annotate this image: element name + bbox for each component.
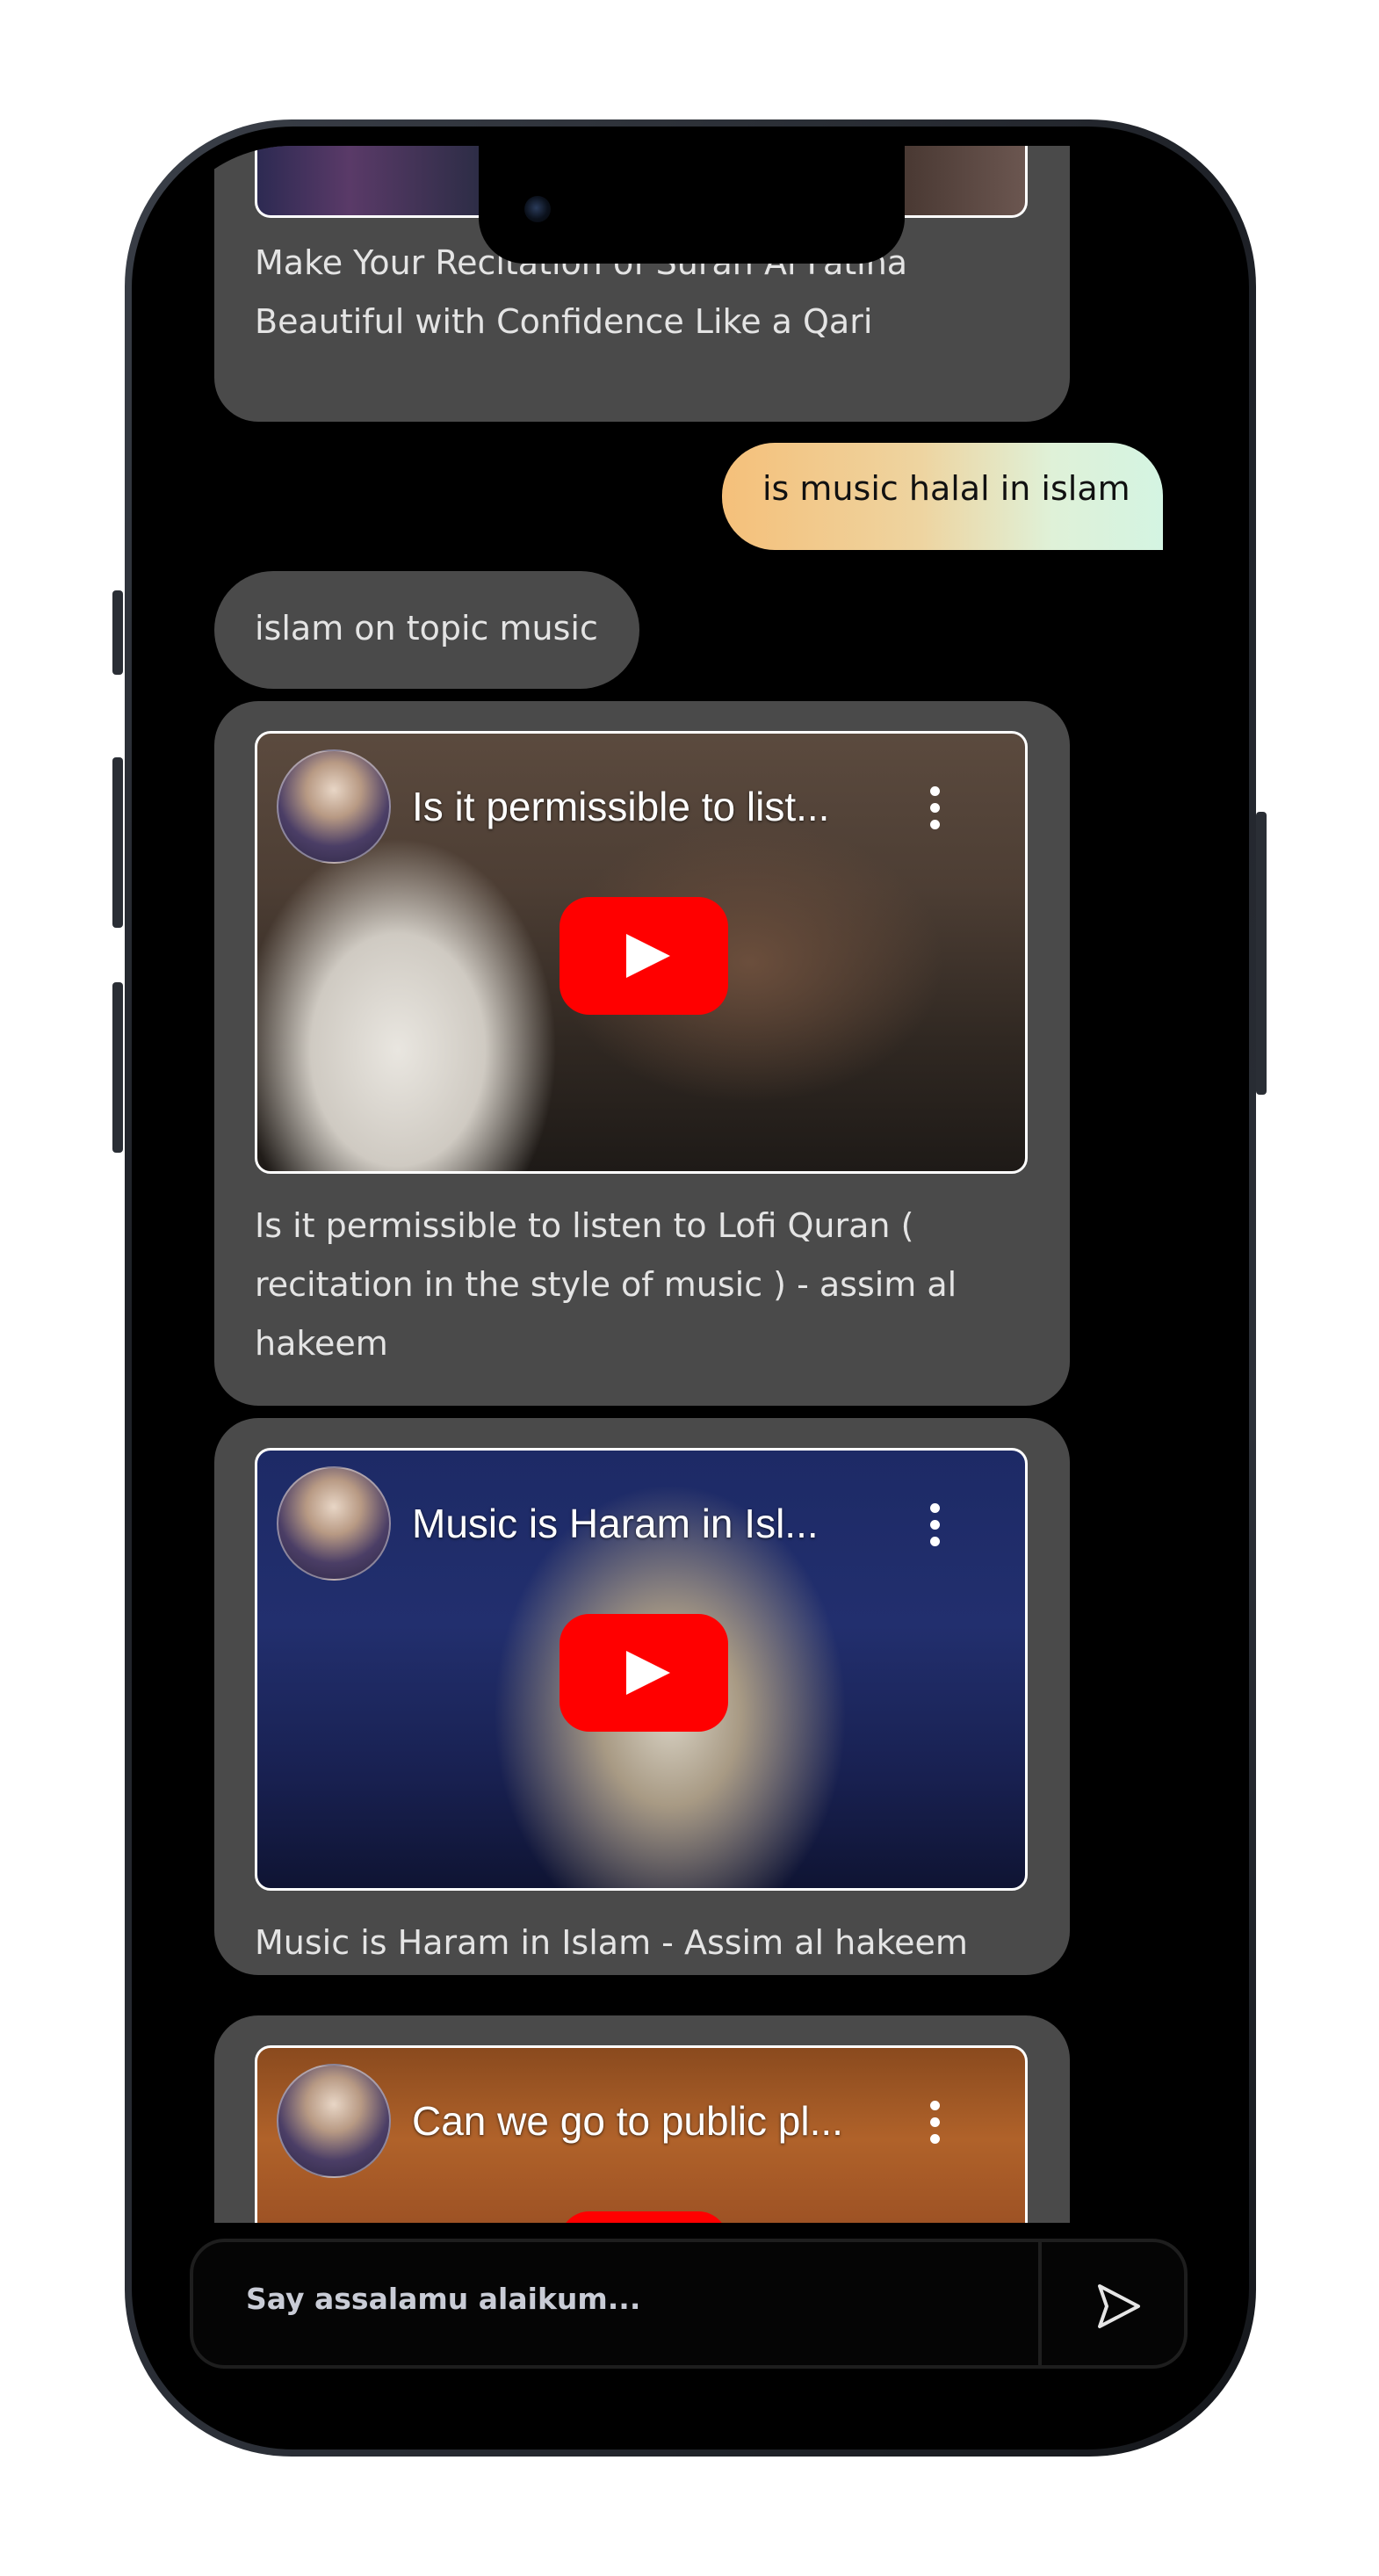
message-composer	[190, 2239, 1188, 2369]
youtube-play-icon[interactable]	[560, 1614, 728, 1732]
phone-volume-up-button	[112, 757, 123, 928]
video-caption: Music is Haram in Islam - Assim al hakee…	[255, 1923, 968, 1962]
youtube-play-icon[interactable]	[560, 897, 728, 1015]
phone-power-button	[1256, 812, 1267, 1095]
front-camera	[524, 196, 551, 222]
channel-avatar	[277, 749, 391, 864]
composer-divider	[1038, 2242, 1042, 2365]
video-title: Can we go to public pl...	[412, 2098, 843, 2144]
channel-avatar	[277, 2064, 391, 2178]
user-message-text: is music halal in islam	[762, 469, 1130, 508]
youtube-thumbnail[interactable]: Music is Haram in Isl...	[255, 1448, 1028, 1891]
more-vert-icon[interactable]	[930, 2101, 941, 2153]
youtube-thumbnail[interactable]: Is it permissible to list...	[255, 731, 1028, 1174]
channel-avatar	[277, 1466, 391, 1581]
video-title: Is it permissible to list...	[412, 784, 830, 829]
send-button[interactable]	[1072, 2268, 1159, 2344]
video-title: Music is Haram in Isl...	[412, 1501, 819, 1546]
message-input[interactable]	[244, 2281, 1003, 2317]
bot-video-card: Music is Haram in Isl... Music is Haram …	[214, 1418, 1070, 1975]
bot-message-bubble: islam on topic music	[214, 571, 639, 689]
bot-message-text: islam on topic music	[255, 609, 598, 648]
more-vert-icon[interactable]	[930, 786, 941, 839]
phone-mute-switch	[112, 590, 123, 675]
more-vert-icon[interactable]	[930, 1503, 941, 1556]
video-caption: Is it permissible to listen to Lofi Qura…	[255, 1206, 957, 1363]
app-screen: Make Your Recitation of Surah Al Fatiha …	[151, 146, 1230, 2430]
phone-volume-down-button	[112, 982, 123, 1153]
user-message-bubble: is music halal in islam	[722, 443, 1163, 550]
send-icon	[1098, 2284, 1140, 2328]
bot-video-card: Is it permissible to list... Is it permi…	[214, 701, 1070, 1406]
